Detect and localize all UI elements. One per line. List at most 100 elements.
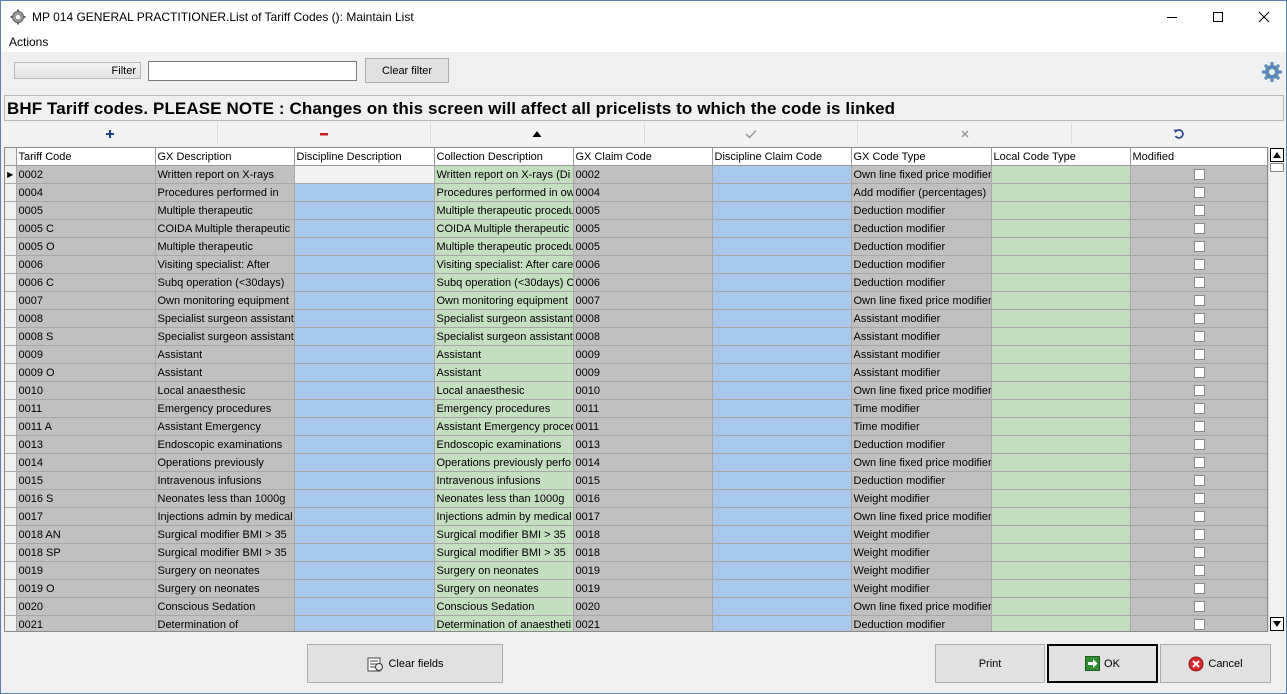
grid-cell[interactable]: 0002 [16, 165, 156, 184]
grid-cell[interactable]: 0014 [16, 453, 156, 472]
grid-cell[interactable]: Local anaesthesic [434, 381, 574, 400]
grid-cell[interactable]: Injections admin by medical [434, 507, 574, 526]
modified-checkbox[interactable] [1194, 511, 1205, 523]
column-header[interactable]: Local Code Type [991, 148, 1131, 166]
grid-cell[interactable] [294, 507, 435, 526]
row-selector[interactable] [5, 471, 17, 490]
add-record-button[interactable] [4, 123, 218, 144]
grid-cell[interactable] [294, 561, 435, 580]
grid-cell[interactable]: Determination of [155, 615, 295, 631]
grid-cell[interactable] [991, 273, 1131, 292]
grid-cell[interactable] [991, 615, 1131, 631]
grid-cell[interactable] [294, 363, 435, 382]
grid-cell[interactable]: 0021 [573, 615, 713, 631]
grid-cell[interactable]: 0015 [16, 471, 156, 490]
vertical-scrollbar[interactable] [1268, 147, 1285, 632]
modified-checkbox[interactable] [1194, 439, 1205, 451]
grid-cell[interactable]: Procedures performed in [155, 183, 295, 202]
grid-cell[interactable] [712, 255, 852, 274]
row-selector[interactable] [5, 525, 17, 544]
grid-cell[interactable]: 0002 [573, 165, 713, 184]
grid-cell[interactable]: Surgery on neonates [434, 561, 574, 580]
grid-cell[interactable]: 0006 [16, 255, 156, 274]
grid-cell[interactable] [294, 615, 435, 631]
grid-cell[interactable]: Local anaesthesic [155, 381, 295, 400]
grid-cell[interactable] [712, 489, 852, 508]
modified-checkbox[interactable] [1194, 367, 1205, 379]
scroll-down-button[interactable] [1270, 617, 1284, 631]
grid-cell[interactable]: Assistant Emergency proced [434, 417, 574, 436]
row-selector[interactable]: ▶ [5, 165, 17, 184]
modified-checkbox[interactable] [1194, 349, 1205, 361]
grid-cell[interactable] [294, 165, 435, 184]
close-button[interactable] [1241, 1, 1286, 32]
grid-cell[interactable] [712, 273, 852, 292]
grid-cell[interactable] [294, 291, 435, 310]
table-row[interactable]: 0017 Injections admin by medical Injection… [5, 507, 1267, 526]
column-header[interactable]: Collection Description [434, 148, 574, 166]
grid-cell[interactable] [294, 417, 435, 436]
grid-cell[interactable]: Determination of anaestheti [434, 615, 574, 631]
table-row[interactable]: 0021 Determination of Determination of ana… [5, 615, 1267, 631]
row-selector[interactable] [5, 345, 17, 364]
cancel-button[interactable]: Cancel [1160, 644, 1271, 683]
grid-cell[interactable]: Assistant [155, 345, 295, 364]
modified-checkbox[interactable] [1194, 277, 1205, 289]
grid-cell[interactable]: 0005 [573, 201, 713, 220]
grid-cell[interactable]: Assistant [434, 345, 574, 364]
table-row[interactable]: 0008 Specialist surgeon assistant Speciali… [5, 309, 1267, 328]
grid-cell[interactable] [991, 309, 1131, 328]
grid-cell[interactable]: COIDA Multiple therapeutic [155, 219, 295, 238]
row-selector[interactable] [5, 291, 17, 310]
table-row[interactable]: 0020 Conscious Sedation Conscious Sedation… [5, 597, 1267, 616]
modified-checkbox[interactable] [1194, 187, 1205, 199]
modified-checkbox[interactable] [1194, 421, 1205, 433]
grid-cell[interactable]: 0008 [573, 309, 713, 328]
row-selector[interactable] [5, 435, 17, 454]
grid-cell[interactable]: 0008 [573, 327, 713, 346]
grid-cell[interactable]: Assistant modifier [851, 309, 992, 328]
row-selector[interactable] [5, 543, 17, 562]
table-row[interactable]: 0019 Surgery on neonates Surgery on neonat… [5, 561, 1267, 580]
table-row[interactable]: 0016 S Neonates less than 1000g Neonates l… [5, 489, 1267, 508]
grid-cell[interactable]: 0020 [16, 597, 156, 616]
grid-cell[interactable] [712, 435, 852, 454]
grid-cell[interactable] [991, 399, 1131, 418]
grid-cell[interactable] [294, 543, 435, 562]
grid-cell[interactable] [294, 327, 435, 346]
grid-cell[interactable]: 0018 AN [16, 525, 156, 544]
modified-checkbox[interactable] [1194, 259, 1205, 271]
table-row[interactable]: 0018 SP Surgical modifier BMI > 35 Surgica… [5, 543, 1267, 562]
modified-checkbox[interactable] [1194, 565, 1205, 577]
column-header[interactable]: GX Description [155, 148, 295, 166]
row-selector[interactable] [5, 255, 17, 274]
grid-cell[interactable]: Assistant modifier [851, 345, 992, 364]
table-row[interactable]: 0006 Visiting specialist: After Visiting s… [5, 255, 1267, 274]
grid-cell[interactable]: 0018 SP [16, 543, 156, 562]
grid-cell[interactable] [712, 543, 852, 562]
grid-cell[interactable] [294, 237, 435, 256]
grid-cell[interactable]: 0005 [573, 219, 713, 238]
grid-cell[interactable] [712, 237, 852, 256]
grid-cell[interactable]: Assistant modifier [851, 327, 992, 346]
grid-cell[interactable]: 0004 [16, 183, 156, 202]
grid-cell[interactable] [712, 327, 852, 346]
grid-cell[interactable]: Own line fixed price modifier [851, 507, 992, 526]
grid-cell[interactable]: Emergency procedures [155, 399, 295, 418]
grid-cell[interactable]: Surgery on neonates [434, 579, 574, 598]
grid-cell[interactable]: Injections admin by medical [155, 507, 295, 526]
clear-filter-button[interactable]: Clear filter [365, 58, 449, 83]
grid-cell[interactable] [712, 309, 852, 328]
grid-cell[interactable] [712, 615, 852, 631]
print-button[interactable]: Print [935, 644, 1045, 683]
grid-cell[interactable] [712, 453, 852, 472]
modified-checkbox[interactable] [1194, 223, 1205, 235]
table-row[interactable]: 0007 Own monitoring equipment Own monitori… [5, 291, 1267, 310]
grid-cell[interactable] [712, 219, 852, 238]
modified-checkbox[interactable] [1194, 205, 1205, 217]
grid-cell[interactable]: Endoscopic examinations [434, 435, 574, 454]
row-selector[interactable] [5, 309, 17, 328]
grid-cell[interactable] [712, 399, 852, 418]
table-row[interactable]: 0006 C Subq operation (<30days) Subq opera… [5, 273, 1267, 292]
table-row[interactable]: 0009 Assistant Assistant 0009 Assistant modi… [5, 345, 1267, 364]
